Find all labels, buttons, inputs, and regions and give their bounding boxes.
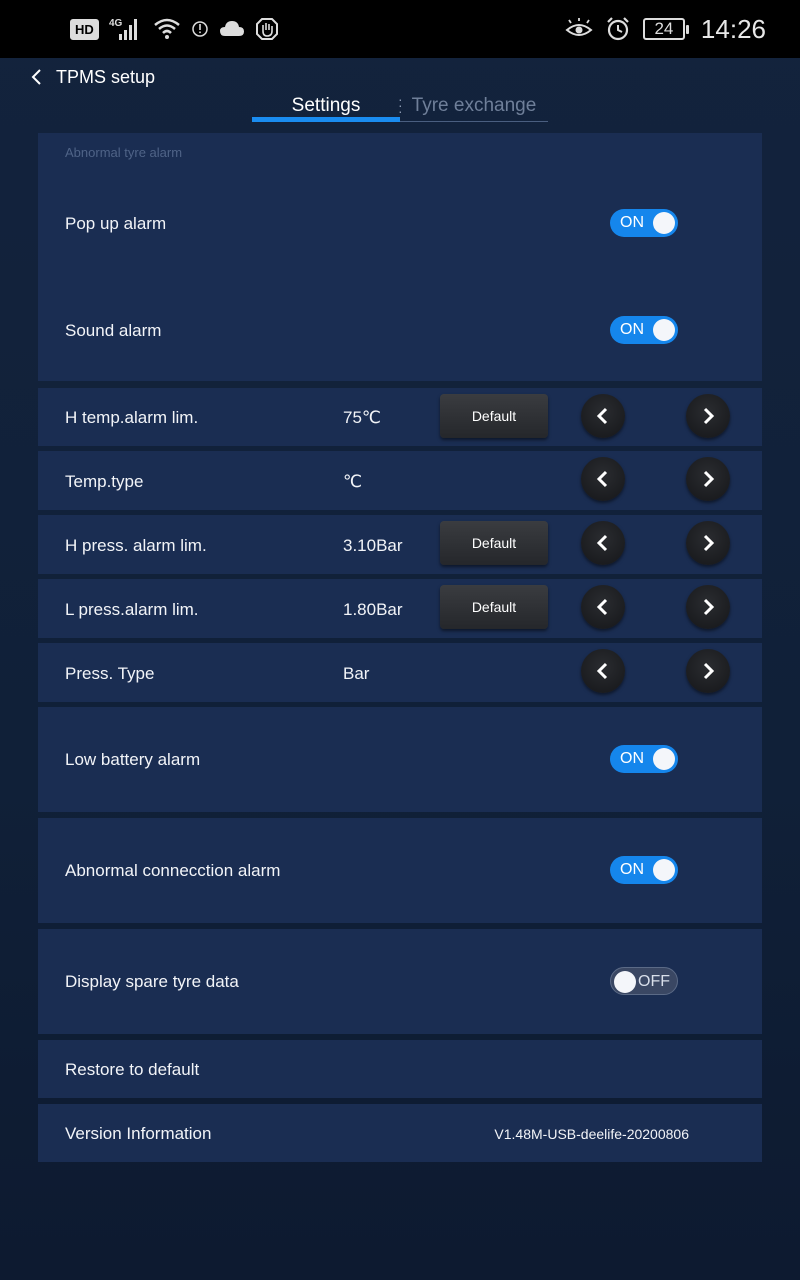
toggle-state: ON: [620, 321, 644, 338]
press-type-value: Bar: [343, 664, 370, 683]
toggle-state: ON: [620, 750, 644, 767]
h-press-decrease-button[interactable]: [581, 521, 625, 565]
abnormal-connection-toggle[interactable]: ON: [610, 856, 678, 884]
temp-type-label: Temp.type: [65, 472, 144, 491]
status-time: 14:26: [700, 13, 766, 44]
default-label: Default: [471, 535, 517, 551]
l-press-decrease-button[interactable]: [581, 585, 625, 629]
restore-default-label: Restore to default: [65, 1060, 200, 1079]
restore-default-row[interactable]: Restore to default: [38, 1040, 762, 1098]
low-battery-alarm-row: Low battery alarm ON: [38, 707, 762, 812]
press-type-row: Press. Type Bar: [38, 643, 762, 702]
default-label: Default: [471, 599, 517, 615]
tab-bar: Settings Tyre exchange · · ·: [252, 90, 548, 122]
toggle-state: ON: [620, 861, 644, 878]
h-temp-alarm-row: H temp.alarm lim. 75℃ Default: [38, 388, 762, 446]
alarm-clock-icon: [605, 16, 631, 42]
tab-settings[interactable]: Settings: [252, 90, 400, 122]
l-press-default-button[interactable]: Default: [440, 585, 548, 629]
battery-level: 24: [642, 18, 685, 40]
signal-icon: 4G: [109, 16, 143, 42]
l-press-label: L press.alarm lim.: [65, 600, 199, 619]
chevron-right-icon: [703, 534, 715, 552]
spare-tyre-row: Display spare tyre data OFF: [38, 929, 762, 1034]
wifi-icon: [153, 17, 181, 41]
abnormal-connection-label: Abnormal connecction alarm: [65, 861, 281, 880]
h-temp-label: H temp.alarm lim.: [65, 408, 199, 427]
chevron-left-icon: [596, 598, 608, 616]
alert-icon: [191, 20, 209, 38]
h-temp-default-button[interactable]: Default: [440, 394, 548, 438]
chevron-left-icon: [596, 534, 608, 552]
version-value: V1.48M-USB-deelife-20200806: [494, 1126, 689, 1142]
popup-alarm-toggle[interactable]: ON: [610, 209, 678, 237]
sound-alarm-toggle[interactable]: ON: [610, 316, 678, 344]
popup-alarm-label: Pop up alarm: [65, 214, 167, 233]
h-temp-value: 75℃: [343, 408, 382, 427]
chevron-right-icon: [703, 407, 715, 425]
press-type-label: Press. Type: [65, 664, 155, 683]
tab-tyre-exchange-label: Tyre exchange: [411, 94, 537, 116]
chevron-left-icon: [596, 470, 608, 488]
h-press-value: 3.10Bar: [343, 536, 403, 555]
l-press-alarm-row: L press.alarm lim. 1.80Bar Default: [38, 579, 762, 638]
chevron-right-icon: [703, 662, 715, 680]
low-battery-label: Low battery alarm: [65, 750, 201, 769]
chevron-left-icon: [596, 662, 608, 680]
h-temp-decrease-button[interactable]: [581, 394, 625, 438]
tab-settings-label: Settings: [291, 94, 361, 116]
toggle-state: ON: [620, 214, 644, 231]
temp-type-row: Temp.type ℃: [38, 451, 762, 510]
l-press-increase-button[interactable]: [686, 585, 730, 629]
h-press-alarm-row: H press. alarm lim. 3.10Bar Default: [38, 515, 762, 574]
spare-tyre-toggle[interactable]: OFF: [610, 967, 678, 995]
chevron-left-icon: [30, 68, 42, 86]
page-title: TPMS setup: [56, 66, 156, 87]
temp-type-next-button[interactable]: [686, 457, 730, 501]
spare-tyre-label: Display spare tyre data: [65, 972, 239, 991]
chevron-left-icon: [596, 407, 608, 425]
section-caption: Abnormal tyre alarm: [65, 145, 183, 160]
l-press-value: 1.80Bar: [343, 600, 403, 619]
version-label: Version Information: [65, 1124, 212, 1143]
tab-tyre-exchange[interactable]: Tyre exchange: [400, 90, 548, 121]
abnormal-connection-alarm-row: Abnormal connecction alarm ON: [38, 818, 762, 923]
h-press-default-button[interactable]: Default: [440, 521, 548, 565]
battery-icon: 24: [642, 18, 689, 40]
chevron-right-icon: [703, 470, 715, 488]
network-type: 4G: [109, 18, 123, 29]
eye-icon: [565, 18, 593, 40]
hand-icon: [255, 17, 279, 41]
h-press-increase-button[interactable]: [686, 521, 730, 565]
toggle-state: OFF: [638, 973, 670, 990]
temp-type-previous-button[interactable]: [581, 457, 625, 501]
h-press-label: H press. alarm lim.: [65, 536, 207, 555]
cloud-icon: [219, 20, 245, 38]
chevron-right-icon: [703, 598, 715, 616]
hd-badge: HD: [70, 18, 99, 40]
tab-separator: · · ·: [398, 91, 403, 119]
sound-alarm-label: Sound alarm: [65, 321, 162, 340]
status-bar: HD 4G 24 14:26: [0, 0, 800, 58]
press-type-previous-button[interactable]: [581, 649, 625, 693]
low-battery-toggle[interactable]: ON: [610, 745, 678, 773]
default-label: Default: [471, 408, 517, 424]
h-temp-increase-button[interactable]: [686, 394, 730, 438]
press-type-next-button[interactable]: [686, 649, 730, 693]
back-button[interactable]: TPMS setup: [30, 62, 155, 92]
temp-type-value: ℃: [343, 472, 363, 491]
abnormal-tyre-alarm-section: Abnormal tyre alarm Pop up alarm ON Soun…: [38, 133, 762, 381]
version-info-row: Version Information V1.48M-USB-deelife-2…: [38, 1104, 762, 1162]
